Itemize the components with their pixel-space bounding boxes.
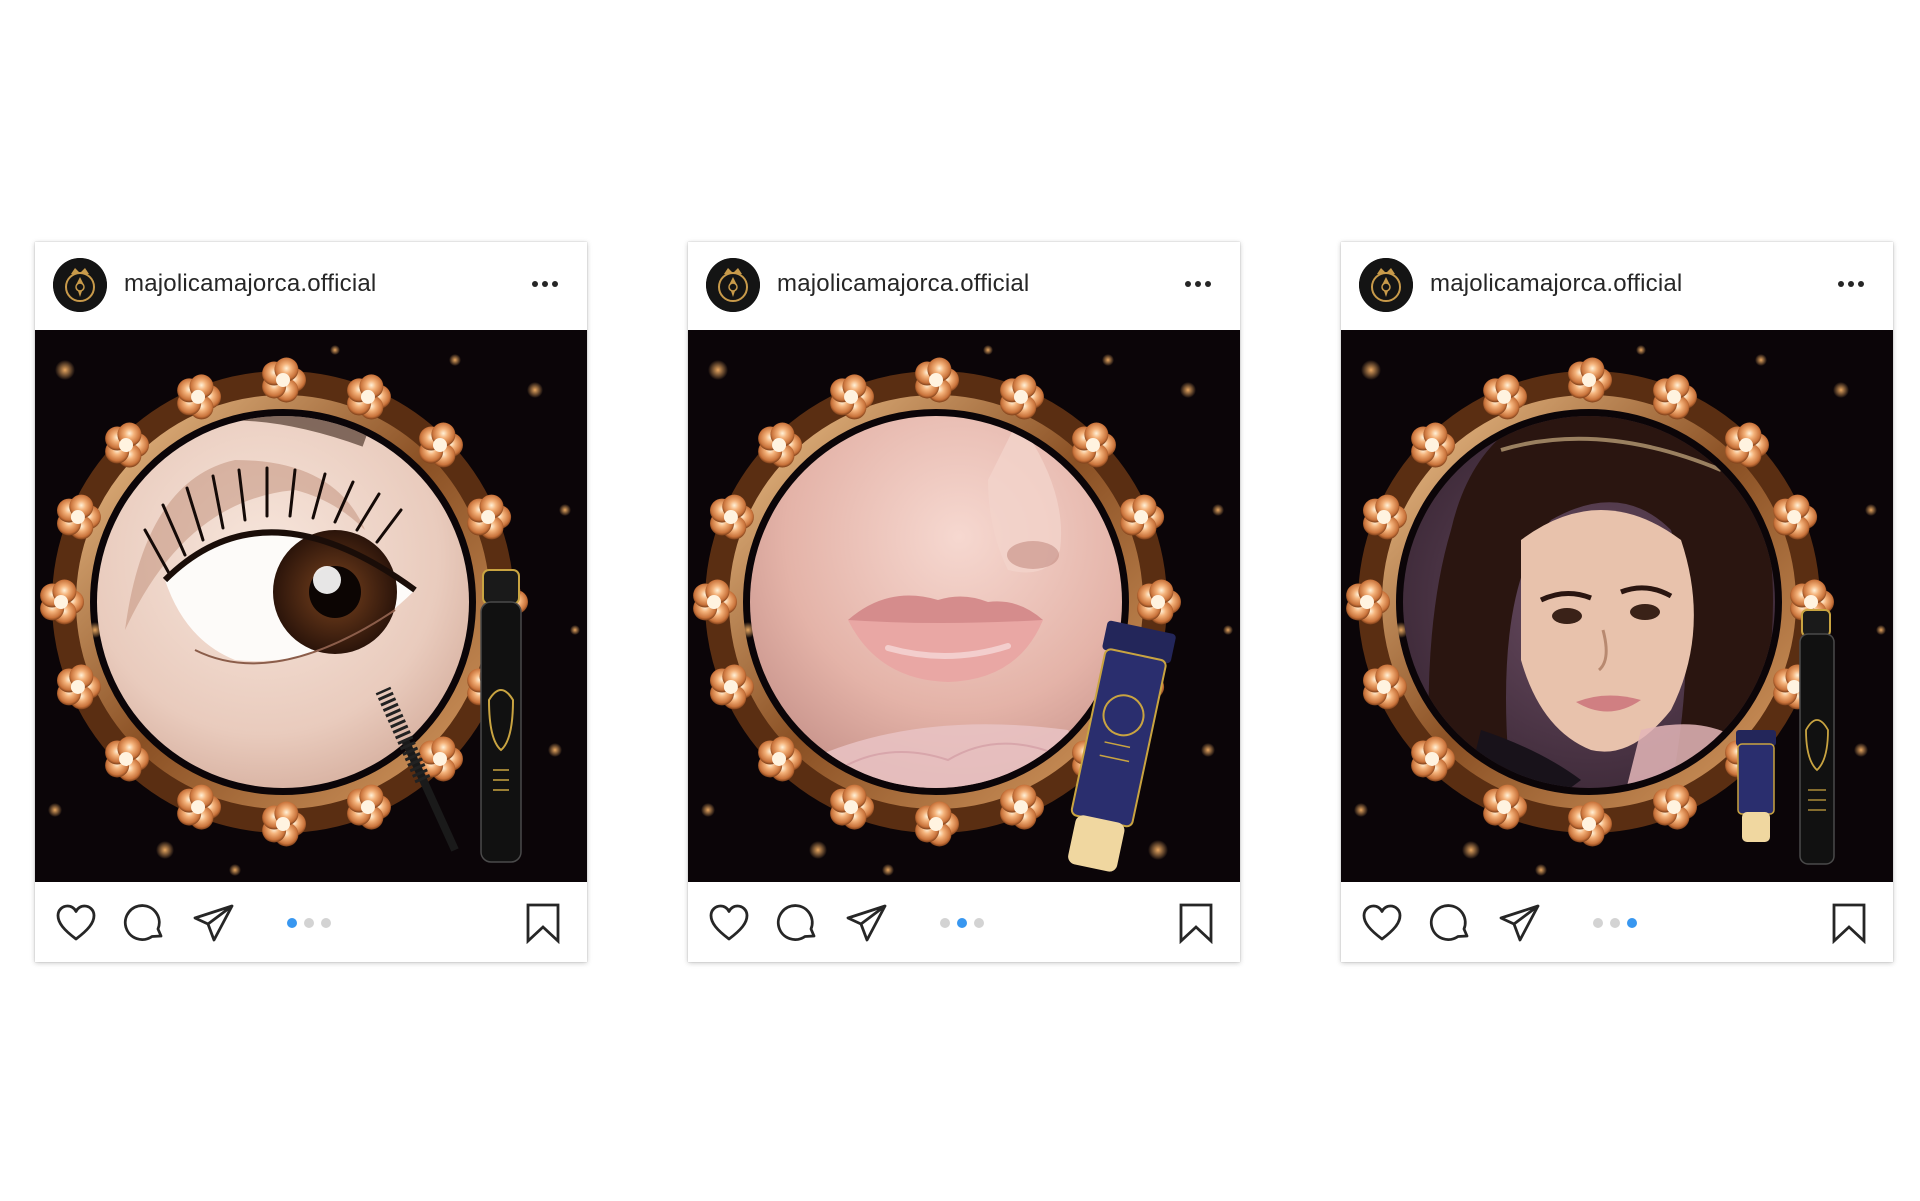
post-image [1341, 330, 1893, 882]
lip-tube-product [1736, 730, 1776, 842]
post-header: majolicamajorca.official [1341, 242, 1893, 330]
carousel-dot [287, 918, 297, 928]
carousel-dot [1627, 918, 1637, 928]
brand-crest-icon [53, 258, 107, 312]
post-photo[interactable] [35, 330, 587, 882]
brand-crest-icon [1359, 258, 1413, 312]
post-header: majolicamajorca.official [688, 242, 1240, 330]
mascara-product [1799, 609, 1835, 865]
profile-avatar[interactable] [1359, 258, 1413, 312]
carousel-dot [304, 918, 314, 928]
username[interactable]: majolicamajorca.official [1430, 270, 1682, 298]
post-photo[interactable] [688, 330, 1240, 882]
post-image [688, 330, 1240, 882]
brand-crest-icon [706, 258, 760, 312]
post-image [35, 330, 587, 882]
post-actions [1341, 882, 1893, 962]
bookmark-icon[interactable] [523, 902, 563, 944]
share-icon[interactable] [1497, 901, 1541, 945]
profile-avatar[interactable] [53, 258, 107, 312]
more-options-icon[interactable] [525, 266, 565, 302]
carousel-dot [321, 918, 331, 928]
carousel-dot [1610, 918, 1620, 928]
profile-avatar[interactable] [706, 258, 760, 312]
bookmark-icon[interactable] [1176, 902, 1216, 944]
post-photo[interactable] [1341, 330, 1893, 882]
heart-icon[interactable] [1360, 901, 1404, 945]
heart-icon[interactable] [707, 901, 751, 945]
carousel-dot [974, 918, 984, 928]
username[interactable]: majolicamajorca.official [777, 270, 1029, 298]
instagram-post: majolicamajorca.official [35, 242, 587, 962]
more-options-icon[interactable] [1178, 266, 1218, 302]
comment-icon[interactable] [776, 901, 820, 945]
carousel-dot [940, 918, 950, 928]
carousel-dot [957, 918, 967, 928]
username[interactable]: majolicamajorca.official [124, 270, 376, 298]
instagram-post: majolicamajorca.official [1341, 242, 1893, 962]
carousel-dot [1593, 918, 1603, 928]
carousel-indicator [940, 918, 984, 928]
post-actions [35, 882, 587, 962]
instagram-post: majolicamajorca.official [688, 242, 1240, 962]
post-actions [688, 882, 1240, 962]
heart-icon[interactable] [54, 901, 98, 945]
comment-icon[interactable] [1429, 901, 1473, 945]
carousel-indicator [1593, 918, 1637, 928]
share-icon[interactable] [844, 901, 888, 945]
more-options-icon[interactable] [1831, 266, 1871, 302]
comment-icon[interactable] [123, 901, 167, 945]
carousel-indicator [287, 918, 331, 928]
bookmark-icon[interactable] [1829, 902, 1869, 944]
post-header: majolicamajorca.official [35, 242, 587, 330]
share-icon[interactable] [191, 901, 235, 945]
